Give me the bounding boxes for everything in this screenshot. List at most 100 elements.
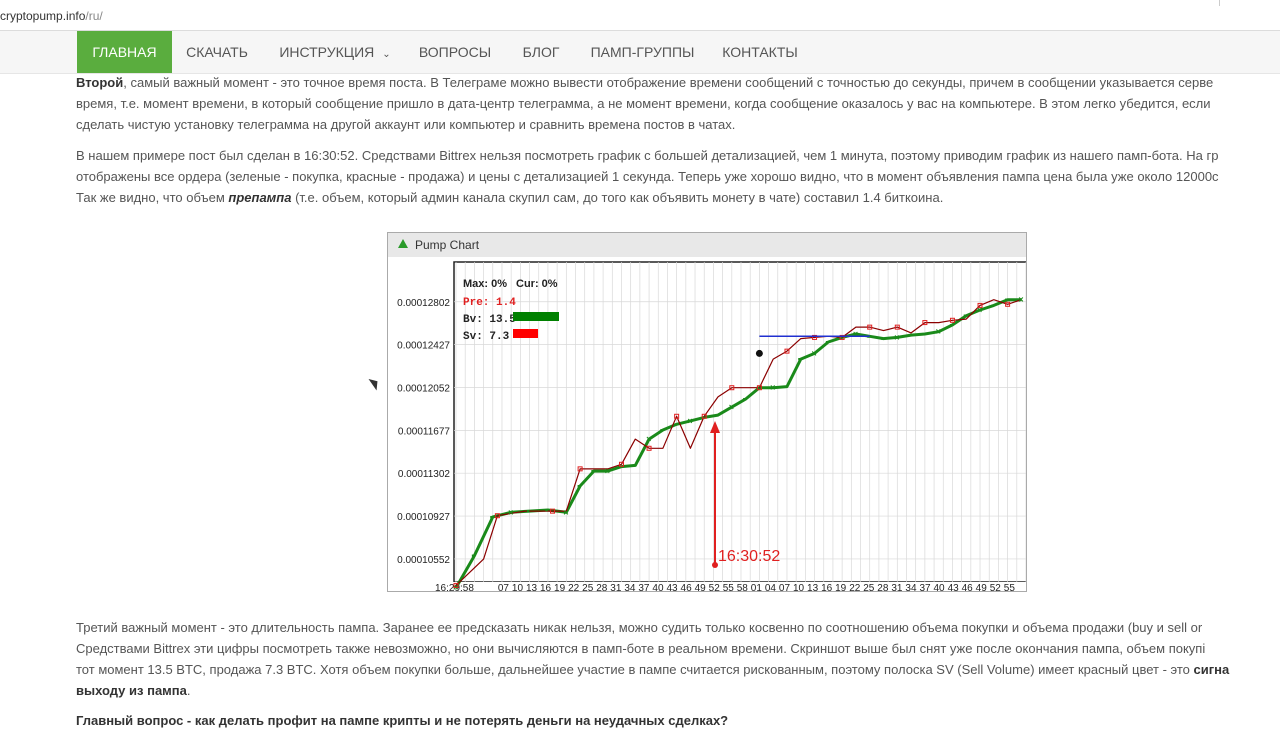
- buy-order-marker: ×: [729, 402, 734, 412]
- x-tick-label: 01: [751, 583, 763, 592]
- x-tick-label: 52: [990, 583, 1002, 592]
- buy-order-marker: ▪: [881, 334, 884, 344]
- buy-order-marker: ×: [770, 383, 775, 393]
- buy-order-marker: ▪: [1005, 295, 1008, 305]
- chevron-down-icon: ⌄: [382, 49, 391, 60]
- y-tick-label: 0.00010552: [397, 555, 450, 566]
- buy-order-marker: ▪: [471, 551, 474, 561]
- buy-order-marker: ×: [508, 507, 513, 517]
- buy-order-marker: ×: [812, 348, 817, 358]
- nav-item-questions[interactable]: ВОПРОСЫ: [408, 31, 502, 73]
- buy-order-marker: ▪: [839, 332, 842, 342]
- buy-order-marker: ▪: [632, 460, 635, 470]
- buy-order-marker: ▪: [991, 300, 994, 310]
- stat-bv: Bv: 13.5: [463, 314, 516, 326]
- buy-order-marker: ▪: [922, 329, 925, 339]
- buy-order-marker: ▪: [674, 419, 677, 429]
- question-heading-cut: Главный вопрос - как делать профит на па…: [76, 713, 729, 728]
- buy-order-marker: ▪: [545, 505, 548, 515]
- nav-item-contacts[interactable]: КОНТАКТЫ: [712, 31, 808, 73]
- pump-chart-titlebar: Pump Chart: [388, 233, 1026, 258]
- window-control-edge: [1219, 0, 1280, 6]
- sv-bar: [513, 329, 538, 338]
- buy-order-marker: ▪: [963, 311, 966, 321]
- buy-order-marker: ▪: [715, 410, 718, 420]
- y-tick-label: 0.00011302: [398, 469, 451, 480]
- buy-order-marker: ×: [1018, 295, 1023, 305]
- x-tick-label: 34: [624, 583, 636, 592]
- x-axis-strip: [388, 582, 1026, 591]
- text-line: выходу из пампа.: [76, 680, 1280, 701]
- x-tick-label: 40: [652, 583, 664, 592]
- nav-item-pump-groups[interactable]: ПАМП-ГРУППЫ: [580, 31, 705, 73]
- url-path: /ru/: [85, 9, 103, 23]
- pump-chart-plot: 0.00012802 0.00012427 0.00012052 0.00011677…: [388, 257, 1026, 592]
- x-tick-label: 40: [934, 583, 946, 592]
- url-text[interactable]: cryptopump.info/ru/: [0, 9, 103, 23]
- x-tick-label: 37: [638, 583, 650, 592]
- text-line: время, т.е. момент времени, в который со…: [76, 96, 1211, 111]
- buy-order-marker: ×: [894, 332, 899, 342]
- current-price-dot: [755, 349, 763, 357]
- x-tick-label: 49: [976, 583, 988, 592]
- bold-run: выходу из пампа: [76, 683, 187, 698]
- x-axis-ticks: 16:29:58 07 10 13 16 19 22 25 28 31 34 37 40 43 46 49 52…: [388, 582, 1026, 592]
- x-tick-label: 34: [905, 583, 917, 592]
- x-tick-label: 22: [568, 583, 580, 592]
- nav-label: КОНТАКТЫ: [722, 44, 798, 60]
- buy-order-marker: ×: [605, 466, 610, 476]
- text-run: тот момент 13.5 BTC, продажа 7.3 BTC. Хо…: [76, 662, 1194, 677]
- x-tick-label: 07: [498, 583, 510, 592]
- x-tick-label: 55: [1004, 583, 1016, 592]
- address-bar[interactable]: cryptopump.info/ru/: [0, 0, 1280, 31]
- stat-pre: Pre: 1.4: [463, 297, 516, 309]
- buy-order-marker: ×: [687, 416, 692, 426]
- stat-max: Max: 0%: [463, 278, 507, 290]
- buy-order-marker: ▪: [784, 382, 787, 392]
- x-tick-label: 10: [793, 583, 805, 592]
- text-line: Третий важный момент - это длительность …: [76, 620, 1203, 635]
- x-tick-label: 10: [512, 583, 524, 592]
- nav-item-blog[interactable]: БЛОГ: [508, 31, 574, 73]
- x-tick-label: 28: [877, 583, 889, 592]
- nav-label: ПАМП-ГРУППЫ: [590, 44, 695, 60]
- buy-order-marker: ▪: [660, 425, 663, 435]
- main-nav: ГЛАВНАЯ СКАЧАТЬ ИНСТРУКЦИЯ ⌄ ВОПРОСЫ БЛОГ…: [0, 31, 1280, 74]
- x-tick-label: 52: [709, 583, 721, 592]
- bold-run: сигна: [1193, 662, 1230, 677]
- nav-item-home[interactable]: ГЛАВНАЯ: [77, 31, 172, 73]
- x-tick-label: 31: [891, 583, 903, 592]
- nav-label: ИНСТРУКЦИЯ: [279, 44, 375, 60]
- nav-item-download[interactable]: СКАЧАТЬ: [172, 31, 262, 73]
- buy-order-marker: ▪: [527, 506, 530, 516]
- text-run: Так же видно, что объем: [76, 190, 229, 205]
- nav-label: СКАЧАТЬ: [186, 44, 248, 60]
- x-tick-label: 22: [849, 583, 861, 592]
- buy-order-marker: ▪: [756, 383, 759, 393]
- buy-order-marker: ×: [936, 327, 941, 337]
- y-tick-label: 0.00012427: [397, 341, 450, 352]
- text-line: отображены все ордера (зеленые - покупка…: [76, 169, 1219, 184]
- y-tick-label: 0.00010927: [397, 512, 450, 523]
- x-tick-label: 16: [821, 583, 833, 592]
- x-tick-label: 13: [526, 583, 538, 592]
- x-tick-label: 28: [596, 583, 608, 592]
- buy-order-marker: ×: [853, 329, 858, 339]
- pump-chart-title: Pump Chart: [415, 238, 480, 252]
- buy-order-marker: ▪: [577, 481, 580, 491]
- x-tick-label: 04: [765, 583, 777, 592]
- text-line: сделать чистую установку телеграмма на д…: [76, 117, 736, 132]
- mouse-cursor-icon: [368, 375, 382, 391]
- x-tick-label: 58: [737, 583, 749, 592]
- buy-order-marker: ▪: [591, 466, 594, 476]
- plot-frame: [453, 261, 1026, 583]
- x-tick-label: 43: [666, 583, 678, 592]
- paragraph-example: В нашем примере пост был сделан в 16:30:…: [76, 145, 1280, 208]
- text-line: Так же видно, что объем препампа (т.е. о…: [76, 187, 1280, 208]
- nav-item-instructions[interactable]: ИНСТРУКЦИЯ ⌄: [266, 31, 404, 73]
- x-tick-label: 19: [835, 583, 847, 592]
- buy-order-marker: ▪: [949, 320, 952, 330]
- buy-order-marker: ▪: [490, 512, 493, 522]
- stat-sv: Sv: 7.3: [463, 331, 510, 343]
- x-tick-label: 25: [582, 583, 594, 592]
